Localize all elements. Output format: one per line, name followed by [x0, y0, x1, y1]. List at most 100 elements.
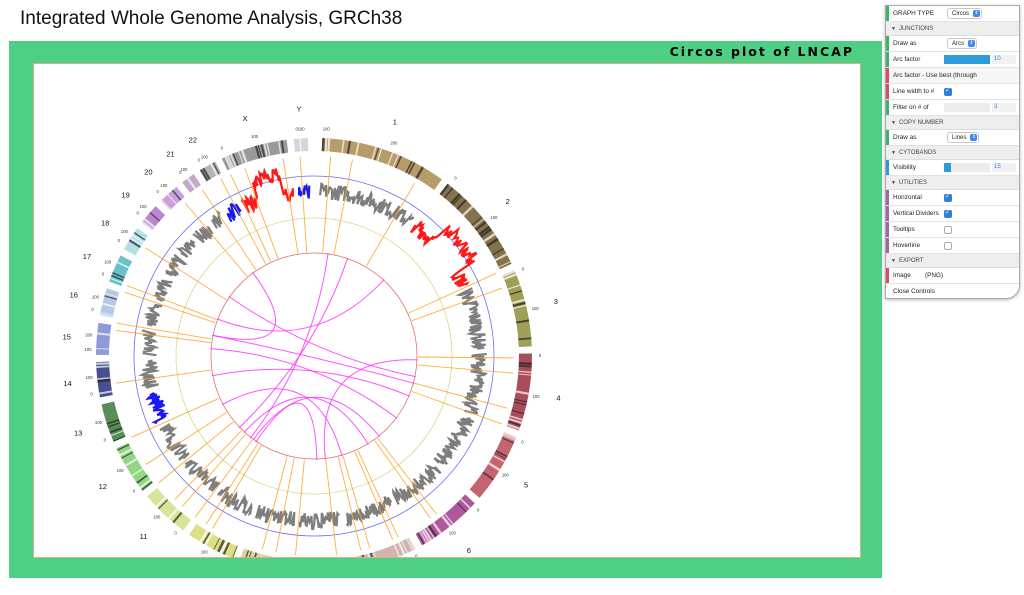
circos-plot[interactable]: 12345678910111213141516171819202122XY100… — [34, 64, 860, 557]
tick-label: 0 — [174, 531, 177, 536]
junction-draw-as-value: Arcs — [952, 40, 964, 47]
tick-label: 0 — [477, 507, 480, 512]
junction-bar — [261, 456, 288, 550]
controls-panel: GRAPH TYPE Circos ⇕ ▼ JUNCTIONS Draw as Ar… — [885, 5, 1020, 299]
tick-label: 0 — [133, 489, 136, 494]
junction-arc — [255, 402, 318, 460]
tick-label: 100 — [117, 468, 125, 473]
line-width-label: Line width to # — [893, 88, 935, 95]
export-header[interactable]: ▼ EXPORT — [886, 254, 1019, 268]
tick-label: 0 — [521, 440, 524, 445]
cytobands-header[interactable]: ▼ CYTOBANDS — [886, 146, 1019, 160]
utilities-header[interactable]: ▼ UTILITIES — [886, 176, 1019, 190]
tick-label: 100 — [104, 260, 112, 265]
tick-label: 0 — [415, 554, 418, 557]
chromosome-label: 19 — [122, 191, 130, 200]
chromosome-label: X — [243, 114, 248, 123]
chromosome-ideogram — [147, 487, 192, 531]
chromosome-label: 3 — [554, 297, 558, 306]
chromosome-ideogram — [109, 255, 133, 286]
junction-arc — [211, 368, 411, 397]
tick-label: 100 — [490, 215, 498, 220]
junction-bar — [417, 364, 514, 374]
junction-bar — [282, 158, 299, 254]
line-width-checkbox[interactable] — [944, 87, 952, 96]
chromosome-label: 20 — [144, 167, 152, 176]
image-export-row[interactable]: Image (PNG) — [886, 268, 1019, 284]
filter-slider[interactable] — [944, 103, 990, 112]
tooltips-label: Tooltips — [893, 226, 915, 233]
vertical-dividers-checkbox[interactable] — [944, 209, 952, 218]
hoverline-row: Hoverline — [886, 238, 1019, 254]
chromosome-label: 17 — [83, 252, 91, 261]
visibility-slider[interactable] — [944, 163, 990, 172]
cytobands-header-label: CYTOBANDS — [898, 149, 937, 156]
junction-draw-as-select[interactable]: Arcs ⇕ — [947, 38, 977, 49]
copy-number-track — [159, 423, 190, 461]
tick-label: 100 — [92, 295, 100, 300]
chromosome-label: 4 — [556, 394, 560, 403]
junction-bar — [322, 156, 332, 253]
junction-bar — [337, 456, 362, 551]
copy-number-header[interactable]: ▼ COPY NUMBER — [886, 116, 1019, 130]
copy-number-track — [145, 391, 170, 425]
horizontal-checkbox[interactable] — [944, 193, 952, 202]
tick-label: 200 — [390, 141, 398, 146]
visibility-label: Visibility — [893, 164, 916, 171]
horizontal-label: Horizontal — [893, 194, 922, 201]
copy-number-track — [433, 417, 475, 465]
triangle-down-icon: ▼ — [891, 149, 896, 156]
close-controls-button[interactable]: Close Controls — [886, 284, 1019, 298]
arc-factor-label: Arc factor — [893, 56, 921, 63]
chromosome-label: 12 — [99, 482, 107, 491]
chromosome-label: Y — [297, 104, 302, 113]
arc-factor-row: Arc factor 10 — [886, 52, 1019, 68]
junctions-header[interactable]: ▼ JUNCTIONS — [886, 22, 1019, 36]
copy-number-track — [409, 220, 478, 288]
chromosome-label: 16 — [70, 291, 78, 300]
tick-label: 100 — [201, 550, 209, 555]
triangle-down-icon: ▼ — [891, 119, 896, 126]
reference-ring — [133, 175, 495, 537]
junction-bar — [131, 397, 220, 438]
tick-label: 100 — [251, 134, 259, 139]
tick-label: 0 — [102, 271, 105, 276]
tick-label: 200 — [85, 333, 93, 338]
junction-bar — [126, 285, 217, 320]
tooltips-checkbox[interactable] — [944, 226, 952, 234]
triangle-down-icon: ▼ — [891, 25, 896, 32]
tick-label: 100 — [121, 229, 129, 234]
horizontal-row: Horizontal — [886, 190, 1019, 206]
chromosome-ideogram — [321, 138, 442, 190]
arc-factor-slider[interactable] — [944, 55, 990, 64]
junction-bar — [275, 458, 295, 553]
vertical-dividers-label: Vertical Dividers — [893, 210, 939, 217]
copy-number-track — [391, 464, 442, 505]
chromosome-label: 11 — [140, 532, 148, 541]
tick-label: 100 — [86, 375, 94, 380]
chromosome-label: 1 — [393, 118, 397, 127]
tick-label: 100 — [502, 472, 510, 477]
plot-frame: Circos plot of LNCAP 1234567891011121314… — [9, 41, 882, 578]
utilities-header-label: UTILITIES — [898, 179, 927, 186]
junction-bar — [354, 451, 394, 541]
visibility-value[interactable]: 15 — [992, 163, 1016, 172]
arc-factor-note: Arc factor - Use best (through — [893, 72, 977, 79]
copy-number-track — [318, 181, 415, 228]
hoverline-checkbox[interactable] — [944, 242, 952, 250]
plot-title: Circos plot of LNCAP — [669, 44, 854, 59]
chromosome-ideogram — [354, 537, 416, 557]
chromosome-label: 13 — [74, 429, 82, 438]
circos-canvas[interactable]: 12345678910111213141516171819202122XY100… — [33, 63, 861, 558]
junction-bar — [342, 455, 371, 549]
cn-draw-as-select[interactable]: Lines ⇕ — [947, 132, 980, 143]
junction-arc — [252, 396, 380, 441]
chromosome-label: 14 — [63, 379, 71, 388]
graph-type-select[interactable]: Circos ⇕ — [947, 8, 983, 19]
tick-label: 100 — [201, 154, 209, 159]
cn-draw-as-value: Lines — [952, 134, 967, 141]
filter-value[interactable]: 3 — [992, 103, 1016, 112]
cn-draw-as-row: Draw as Lines ⇕ — [886, 130, 1019, 146]
arc-factor-value[interactable]: 10 — [992, 55, 1016, 64]
image-export-format: (PNG) — [925, 272, 944, 279]
